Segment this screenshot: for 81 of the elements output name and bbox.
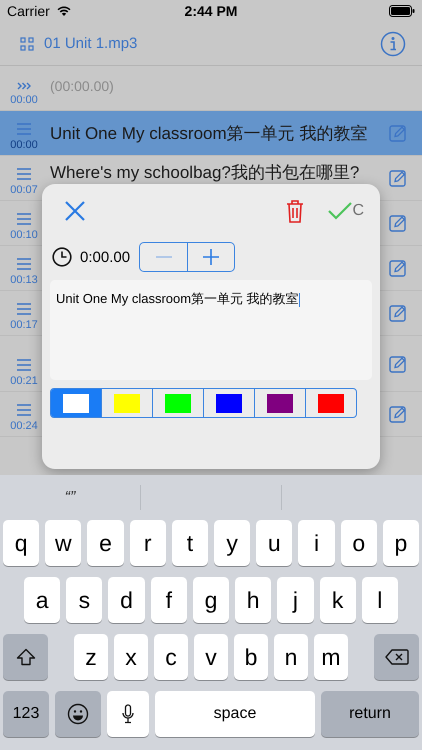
letter-key[interactable]: d (108, 577, 145, 623)
row-text: Unit One My classroom第一单元 我的教室 (50, 122, 368, 144)
menu-icon[interactable] (17, 359, 31, 371)
row-time: 00:10 (10, 229, 38, 241)
row-time: 00:07 (10, 184, 38, 196)
wifi-icon (56, 5, 72, 17)
letter-key[interactable]: i (298, 520, 335, 566)
letter-key[interactable]: p (382, 520, 420, 566)
letter-key[interactable]: w (45, 520, 82, 566)
letter-key[interactable]: r (130, 520, 166, 566)
info-icon[interactable] (380, 30, 406, 56)
text-field[interactable]: Unit One My classroom第一单元 我的教室 (50, 280, 372, 380)
list-row[interactable]: 00:00 Unit One My classroom第一单元 我的教室 (0, 111, 422, 156)
row-time: 00:24 (10, 420, 38, 432)
carrier-label: Carrier (7, 3, 50, 19)
letter-key[interactable]: o (340, 520, 377, 566)
clock-icon (52, 247, 72, 267)
letter-key[interactable]: b (234, 634, 268, 680)
row-text: (00:00.00) (50, 78, 114, 94)
menu-icon[interactable] (17, 168, 31, 180)
space-key[interactable]: space (155, 691, 315, 737)
emoji-icon (67, 703, 89, 725)
edit-icon[interactable] (389, 405, 407, 423)
letter-key[interactable]: m (314, 634, 348, 680)
edit-icon[interactable] (389, 304, 407, 322)
battery-icon (389, 5, 415, 17)
row-time: 00:21 (10, 375, 38, 387)
delete-key[interactable] (374, 634, 419, 680)
letter-key[interactable]: c (154, 634, 188, 680)
microphone-key[interactable] (107, 691, 149, 737)
edit-icon[interactable] (389, 354, 407, 372)
chevrons-icon (17, 82, 31, 90)
qr-icon[interactable] (20, 36, 34, 50)
letter-key[interactable]: f (150, 577, 187, 623)
trash-icon[interactable] (286, 199, 304, 223)
letter-key[interactable]: u (256, 520, 292, 566)
microphone-icon (122, 704, 134, 724)
letter-key[interactable]: a (24, 577, 60, 623)
letter-key[interactable]: g (192, 577, 230, 623)
return-key[interactable]: return (321, 691, 419, 737)
suggestion[interactable]: “” (0, 488, 140, 506)
delete-icon (384, 649, 408, 665)
edit-icon[interactable] (389, 169, 407, 187)
letter-key[interactable]: s (66, 577, 102, 623)
menu-icon[interactable] (17, 123, 31, 135)
letter-key[interactable]: v (194, 634, 228, 680)
menu-icon[interactable] (17, 303, 31, 315)
edit-icon[interactable] (389, 259, 407, 277)
plus-icon (203, 249, 220, 265)
letter-key[interactable]: l (362, 577, 398, 623)
row-time: 00:00 (10, 94, 38, 106)
letter-key[interactable]: q (3, 520, 40, 566)
letter-key[interactable]: j (277, 577, 314, 623)
letter-key[interactable]: h (235, 577, 272, 623)
color-option[interactable] (51, 389, 101, 417)
minus-icon (156, 256, 172, 258)
letter-key[interactable]: t (172, 520, 208, 566)
shift-key[interactable] (3, 634, 48, 680)
menu-icon[interactable] (17, 213, 31, 225)
menu-icon[interactable] (17, 404, 31, 416)
row-text: Where's my schoolbag?我的书包在哪里? (50, 162, 360, 184)
close-icon[interactable] (64, 200, 86, 222)
time-value: 0:00.00 (80, 248, 130, 266)
numbers-key[interactable]: 123 (3, 691, 49, 737)
status-time: 2:44 PM (184, 3, 238, 19)
letter-key[interactable]: k (320, 577, 356, 623)
edit-icon[interactable] (389, 214, 407, 232)
letter-key[interactable]: n (274, 634, 308, 680)
row-time: 00:13 (10, 274, 38, 286)
menu-icon[interactable] (17, 258, 31, 270)
letter-key[interactable]: y (214, 520, 250, 566)
edit-icon[interactable] (389, 124, 407, 142)
row-time: 00:00 (10, 139, 38, 151)
shift-icon (16, 648, 36, 666)
letter-key[interactable]: e (87, 520, 124, 566)
letter-key[interactable]: z (74, 634, 108, 680)
letter-key[interactable]: x (114, 634, 148, 680)
confirm-label[interactable]: C (352, 202, 364, 220)
check-icon[interactable] (328, 202, 352, 220)
row-time: 00:17 (10, 319, 38, 331)
emoji-key[interactable] (55, 691, 101, 737)
